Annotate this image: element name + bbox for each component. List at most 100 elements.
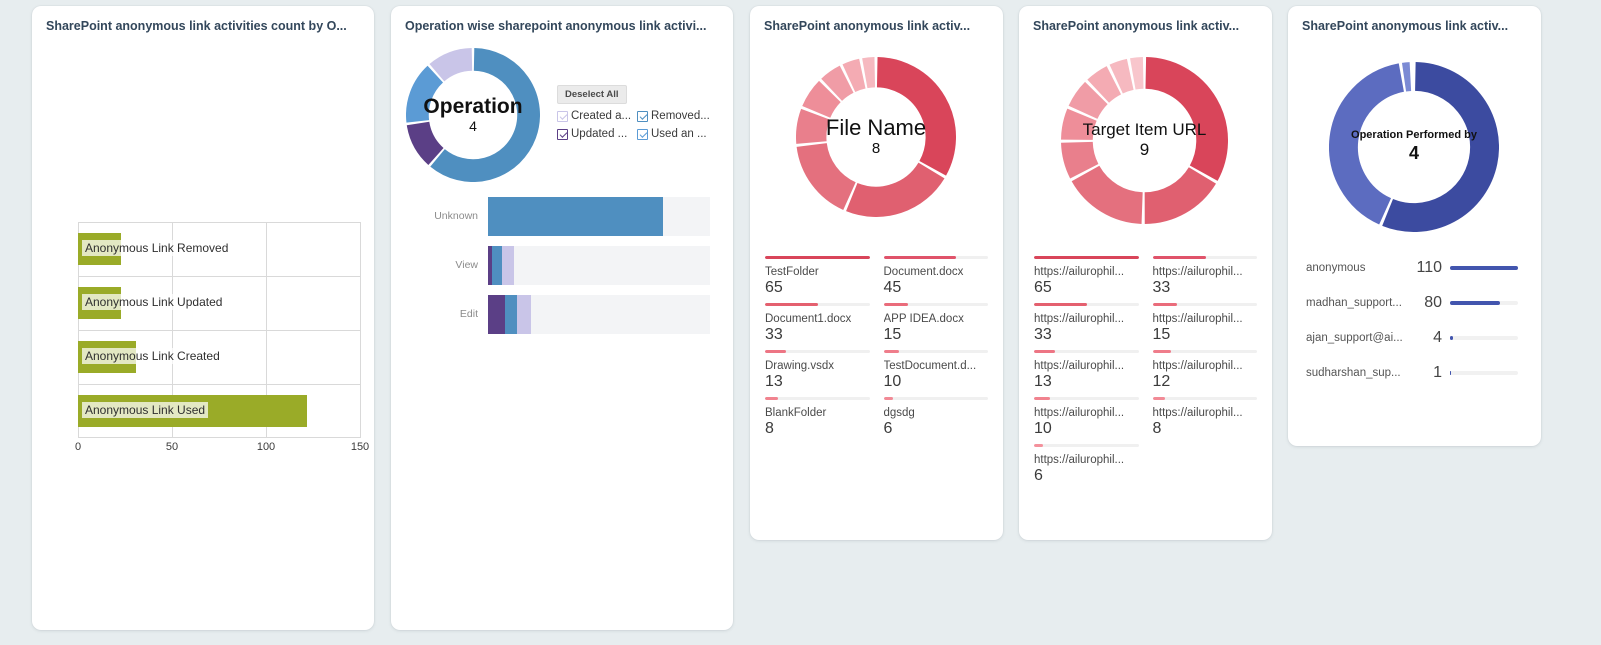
performer-bar-fill — [1450, 300, 1500, 305]
tile-item[interactable]: APP IDEA.docx 15 — [883, 297, 988, 344]
operation-donut-svg — [406, 48, 540, 182]
tile-item[interactable]: https://ailurophil... 33 — [1034, 297, 1139, 344]
tile-item[interactable]: https://ailurophil... 65 — [1034, 250, 1139, 297]
bar-chart-row: Anonymous Link Updated — [78, 276, 360, 330]
donut-segment[interactable] — [1087, 66, 1122, 104]
card-title-url: SharePoint anonymous link activ... — [1033, 19, 1240, 33]
donut-segment[interactable] — [842, 58, 866, 93]
tile-item[interactable]: https://ailurophil... 8 — [1152, 391, 1257, 438]
performer-row[interactable]: anonymous 110 — [1306, 250, 1518, 285]
checkbox-icon[interactable] — [637, 110, 648, 122]
donut-segment[interactable] — [1068, 81, 1109, 120]
checkbox-icon[interactable] — [557, 110, 568, 122]
tile-item[interactable]: https://ailurophil... 12 — [1152, 344, 1257, 391]
tile-item[interactable]: https://ailurophil... 10 — [1034, 391, 1139, 438]
x-axis-tick-label: 150 — [350, 441, 370, 453]
tile-progress-track — [1152, 303, 1257, 306]
tile-progress-track — [1152, 256, 1257, 259]
performer-name: madhan_support... — [1306, 296, 1402, 309]
performer-row[interactable]: ajan_support@ai... 4 — [1306, 320, 1518, 355]
legend-item-label: Created a... — [571, 110, 632, 122]
tile-progress-fill — [765, 303, 819, 306]
file-name-donut-chart[interactable]: File Name 8 — [796, 57, 956, 217]
stacked-bar-row: Unknown — [410, 192, 710, 240]
tile-item[interactable]: https://ailurophil... 13 — [1034, 344, 1139, 391]
deselect-all-button[interactable]: Deselect All — [557, 85, 627, 104]
performer-name: ajan_support@ai... — [1306, 331, 1403, 344]
stacked-bar-segment[interactable] — [502, 245, 514, 285]
tile-item[interactable]: https://ailurophil... 33 — [1152, 250, 1257, 297]
target-item-url-donut-chart[interactable]: Target Item URL 9 — [1061, 57, 1228, 224]
tile-progress-fill — [1034, 444, 1044, 447]
stacked-bar-segment[interactable] — [505, 294, 517, 334]
operation-performed-by-donut-chart[interactable]: Operation Performed by 4 — [1329, 62, 1499, 232]
performer-value: 110 — [1416, 258, 1442, 276]
donut-segment[interactable] — [796, 142, 857, 210]
donut-segment[interactable] — [1329, 63, 1405, 225]
performer-name: sudharshan_sup... — [1306, 366, 1401, 379]
donut-segment[interactable] — [846, 162, 945, 217]
stacked-bar-segment[interactable] — [516, 294, 531, 334]
legend-item-2[interactable]: Updated ... — [557, 128, 635, 140]
tile-item[interactable]: dgsdg 6 — [883, 391, 988, 438]
tile-value: 33 — [1034, 326, 1052, 343]
donut-segment[interactable] — [821, 65, 854, 102]
donut-segment[interactable] — [862, 57, 876, 89]
donut-segment[interactable] — [1143, 166, 1216, 224]
checkbox-icon[interactable] — [637, 128, 648, 140]
legend-item-0[interactable]: Created a... — [557, 110, 635, 122]
donut-segment[interactable] — [796, 108, 830, 144]
donut-segment[interactable] — [1130, 57, 1144, 90]
performer-row[interactable]: madhan_support... 80 — [1306, 285, 1518, 320]
tile-label: https://ailurophil... — [1034, 266, 1125, 278]
donut-segment[interactable] — [1061, 141, 1099, 179]
tile-item[interactable]: https://ailurophil... 6 — [1034, 438, 1139, 485]
tile-item[interactable]: TestDocument.d... 10 — [883, 344, 988, 391]
donut-segment[interactable] — [1144, 57, 1228, 181]
performer-row[interactable]: sudharshan_sup... 1 — [1306, 355, 1518, 390]
donut-segment[interactable] — [802, 80, 842, 119]
tile-item[interactable]: Document1.docx 33 — [765, 297, 870, 344]
tile-item[interactable]: https://ailurophil... 15 — [1152, 297, 1257, 344]
checkbox-icon[interactable] — [557, 128, 568, 140]
stacked-bar-row: View — [410, 241, 710, 289]
tile-label: https://ailurophil... — [1152, 407, 1243, 419]
donut-segment[interactable] — [406, 65, 444, 123]
bar-chart-x-axis: 0 50 100 150 — [75, 438, 369, 458]
tile-progress-track — [1152, 397, 1257, 400]
tile-value: 6 — [1034, 467, 1043, 484]
tile-item[interactable]: TestFolder 65 — [765, 250, 870, 297]
tile-progress-track — [883, 256, 988, 259]
tile-value: 8 — [1152, 420, 1162, 437]
legend-item-label: Used an ... — [651, 128, 707, 140]
legend-item-1[interactable]: Removed... — [637, 110, 715, 122]
tile-value: 45 — [883, 279, 902, 296]
bar-chart-row: Anonymous Link Used — [78, 384, 360, 438]
bar-chart-category-label: Anonymous Link Updated — [82, 294, 226, 310]
donut-segment[interactable] — [876, 57, 956, 176]
tile-label: https://ailurophil... — [1034, 360, 1125, 372]
donut-segment[interactable] — [406, 121, 444, 165]
tile-label: https://ailurophil... — [1152, 313, 1243, 325]
tile-item[interactable]: Document.docx 45 — [883, 250, 988, 297]
donut-segment[interactable] — [1061, 108, 1097, 141]
operation-stacked-bar-chart: Unknown View Edit — [410, 192, 710, 338]
stacked-bar-segment[interactable] — [492, 245, 503, 285]
tile-label: Document.docx — [883, 266, 964, 278]
donut-segment[interactable] — [1401, 62, 1412, 92]
tile-item[interactable]: BlankFolder 8 — [765, 391, 870, 438]
operation-donut-chart[interactable]: Operation 4 — [406, 48, 540, 182]
legend-item-3[interactable]: Used an ... — [637, 128, 715, 140]
donut-segment[interactable] — [1382, 62, 1499, 232]
stacked-bar-segment[interactable] — [488, 196, 663, 236]
tile-item[interactable]: Drawing.vsdx 13 — [765, 344, 870, 391]
bar-chart-plot: Anonymous Link Removed Anonymous Link Upd… — [78, 222, 361, 438]
card-anonymous-link-activities-bar: SharePoint anonymous link activities cou… — [32, 6, 374, 630]
donut-segment[interactable] — [429, 48, 473, 82]
stacked-bar-segment[interactable] — [488, 294, 506, 334]
bar-chart-category-label: Anonymous Link Used — [82, 402, 209, 418]
performer-value: 1 — [1433, 363, 1442, 381]
donut-segment[interactable] — [1071, 165, 1144, 224]
tile-progress-fill — [1034, 256, 1139, 259]
donut-segment[interactable] — [1109, 58, 1134, 94]
